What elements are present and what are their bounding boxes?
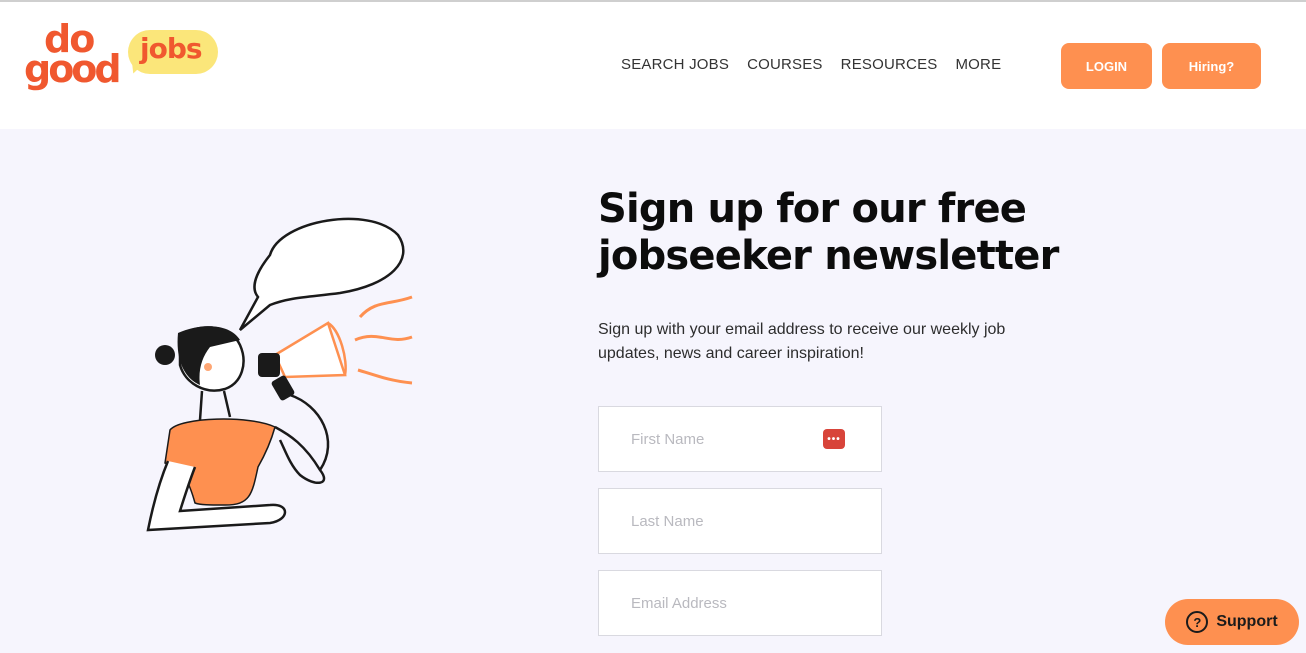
email-input[interactable] [631,594,831,612]
page-title: Sign up for our free jobseeker newslette… [598,186,1059,279]
nav-search-jobs[interactable]: SEARCH JOBS [621,56,729,73]
email-field[interactable] [598,570,882,636]
first-name-input[interactable] [631,430,831,448]
site-header: jobs do good SEARCH JOBS COURSES RESOURC… [0,2,1306,129]
support-label: Support [1216,613,1278,630]
main-nav: SEARCH JOBS COURSES RESOURCES MORE [621,56,1001,73]
megaphone-woman-illustration [146,217,413,532]
question-icon: ? [1186,611,1209,633]
nav-resources[interactable]: RESOURCES [841,56,938,73]
logo-good-text: good [24,47,122,91]
password-manager-icon[interactable]: ••• [823,429,845,449]
support-button[interactable]: ? Support [1165,599,1299,645]
last-name-input[interactable] [631,512,831,530]
dogoodjobs-logo[interactable]: jobs do good [22,20,222,112]
speech-bubble-shape [238,217,405,331]
first-name-field[interactable]: ••• [598,406,882,472]
last-name-field[interactable] [598,488,882,554]
logo-jobs-text: jobs [140,32,203,65]
hiring-button[interactable]: Hiring? [1162,43,1261,89]
login-button[interactable]: LOGIN [1061,43,1152,89]
nav-courses[interactable]: COURSES [747,56,823,73]
page-description: Sign up with your email address to recei… [598,321,1006,362]
nav-more[interactable]: MORE [955,56,1001,73]
